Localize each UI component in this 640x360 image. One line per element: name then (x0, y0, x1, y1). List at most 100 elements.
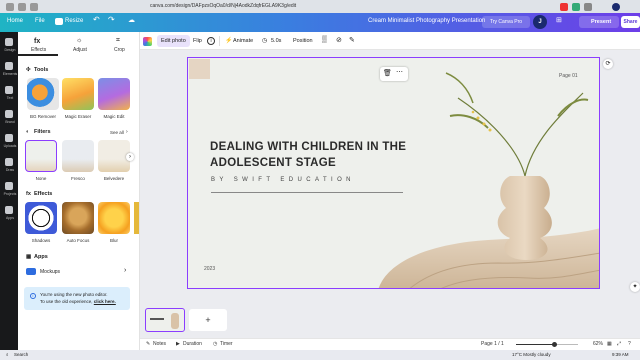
adjust-icon: ☼ (76, 37, 83, 44)
timer-button[interactable]: Timer (220, 341, 233, 347)
tab-label: Effects (31, 47, 47, 53)
tools-icon: ✣ (26, 67, 31, 73)
extension-icon[interactable] (560, 3, 568, 11)
rail-item-brand[interactable]: Brand (1, 108, 17, 130)
profile-icon[interactable] (612, 3, 620, 11)
redo-icon[interactable]: ↷ (108, 15, 115, 24)
info-icon[interactable]: i (207, 37, 215, 45)
share-button[interactable]: Share (621, 16, 640, 28)
style-icon[interactable]: ✎ (349, 36, 355, 44)
try-pro-label: Try Canva Pro (490, 19, 523, 25)
tool-magic-edit[interactable] (98, 78, 130, 110)
page-counter[interactable]: Page 1 / 1 (481, 341, 504, 347)
home-link[interactable]: Home (7, 18, 23, 24)
document-title[interactable]: Cream Minimalist Photography Presentatio… (368, 18, 485, 24)
weather-widget[interactable]: 17°C Mostly cloudy (512, 352, 551, 357)
resize-button[interactable]: Resize (65, 18, 83, 24)
more-icon[interactable]: ⋯ (396, 68, 403, 76)
reload-icon[interactable] (30, 3, 38, 11)
rail-label: Uploads (3, 144, 17, 148)
slide-page-label[interactable]: Page 01 (559, 73, 578, 79)
zoom-level[interactable]: 62% (593, 341, 603, 347)
projects-icon (5, 182, 13, 190)
rail-label: Elements (2, 72, 18, 76)
rail-item-projects[interactable]: Projects (1, 180, 17, 202)
tab-adjust[interactable]: ☼ Adjust (60, 36, 100, 56)
slide-year[interactable]: 2023 (204, 266, 215, 272)
effect-shadows[interactable] (25, 202, 57, 234)
scroll-right-icon[interactable]: › (126, 153, 134, 161)
slide-subtitle[interactable]: BY SWIFT EDUCATION (211, 177, 355, 183)
flip-button[interactable]: Flip (193, 38, 202, 44)
back-icon[interactable] (6, 3, 14, 11)
duration-button[interactable]: 5.0s (271, 38, 281, 44)
rail-item-draw[interactable]: Draw (1, 156, 17, 178)
avatar[interactable]: J (533, 15, 547, 29)
zoom-slider-handle[interactable] (552, 342, 557, 347)
section-title: Filters (34, 129, 51, 135)
slide-divider[interactable] (211, 192, 403, 193)
slide[interactable] (187, 57, 600, 289)
filter-fresco[interactable] (62, 140, 94, 172)
present-button[interactable]: Present (579, 16, 619, 28)
rail-item-apps[interactable]: Apps (1, 204, 17, 226)
animate-icon: ⚡ (225, 38, 233, 44)
mockups-icon (26, 268, 36, 275)
filter-label: None (35, 176, 47, 181)
tab-effects[interactable]: fx Effects (18, 36, 58, 56)
notes-button[interactable]: Notes (153, 341, 166, 347)
forward-icon[interactable] (18, 3, 26, 11)
animate-button[interactable]: Animate (233, 38, 253, 44)
rail-item-uploads[interactable]: Uploads (1, 132, 17, 154)
grid-view-icon[interactable]: ▦ (607, 341, 612, 347)
url-field[interactable]: canva.com/design/DAFpzsOqOa0/d/Nj4AodkZd… (150, 3, 296, 9)
effect-thumb-partial[interactable] (134, 202, 139, 234)
cloud-save-icon[interactable]: ☁ (128, 16, 135, 24)
extension-icon[interactable] (572, 3, 580, 11)
position-button[interactable]: Position (293, 38, 313, 44)
link-icon[interactable]: ⊘ (336, 36, 342, 44)
magic-icon[interactable]: ✦ (630, 282, 640, 292)
rail-item-design[interactable]: Design (1, 36, 17, 58)
filter-none[interactable] (25, 140, 57, 172)
checker-transparency-icon[interactable]: ▒ (322, 36, 327, 43)
undo-icon[interactable]: ↶ (93, 15, 100, 24)
analytics-icon[interactable]: ⊞ (556, 16, 562, 24)
tool-label: BG Remover (29, 114, 56, 119)
duration-toggle[interactable]: Duration (183, 341, 202, 347)
rail-item-elements[interactable]: Elements (1, 60, 17, 82)
effect-blur[interactable] (98, 202, 130, 234)
rail-item-text[interactable]: Text (1, 84, 17, 106)
search-icon: ⌕ (6, 352, 9, 357)
taskbar-search[interactable]: Search (14, 352, 28, 357)
color-palette-icon[interactable] (143, 37, 152, 46)
section-title: Tools (34, 67, 49, 73)
help-icon[interactable]: ? (628, 341, 631, 347)
left-rail: Design Elements Text Brand Uploads Draw … (0, 32, 18, 350)
tab-crop[interactable]: ⌗ Crop (102, 36, 138, 56)
old-experience-link[interactable]: click here. (94, 299, 116, 304)
apps-grid-icon: ▦ (26, 254, 32, 260)
see-all-link[interactable]: See all (110, 130, 124, 135)
duration-icon: ▶ (176, 341, 180, 347)
decor-square[interactable] (189, 59, 210, 79)
page-thumbnail[interactable] (145, 308, 185, 332)
extension-icon[interactable] (584, 3, 592, 11)
tool-bg-remover[interactable] (27, 78, 59, 110)
add-page-button[interactable]: + (189, 309, 227, 331)
file-menu[interactable]: File (35, 18, 45, 24)
effect-auto-focus[interactable] (62, 202, 94, 234)
fullscreen-icon[interactable]: ⤢ (617, 341, 621, 347)
crop-icon: ⌗ (116, 37, 120, 44)
rail-label: Draw (5, 168, 15, 172)
try-pro-button[interactable]: Try Canva Pro (482, 16, 530, 28)
tab-label: Adjust (73, 47, 87, 53)
tool-magic-eraser[interactable] (62, 78, 94, 110)
section-title: Effects (34, 191, 53, 197)
zoom-slider-track[interactable] (516, 342, 578, 347)
slide-title[interactable]: DEALING WITH CHILDREN IN THE ADOLESCENT … (210, 139, 420, 171)
refresh-icon[interactable]: ⟳ (603, 59, 613, 69)
mockups-app[interactable]: Mockups › (24, 266, 130, 278)
trash-icon[interactable]: 🗑 (383, 69, 392, 77)
upload-icon (5, 134, 13, 142)
